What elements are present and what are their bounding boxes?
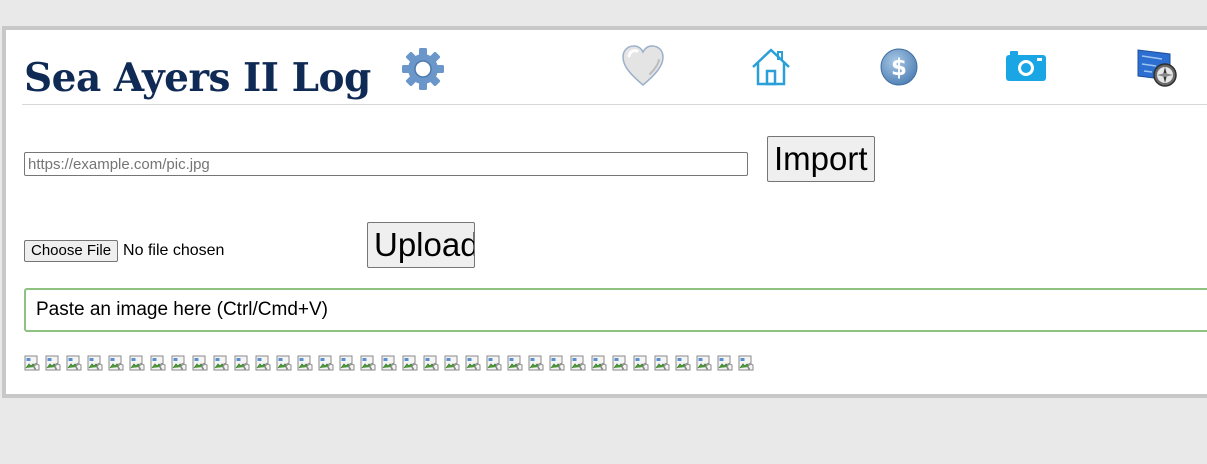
broken-image-icon[interactable]	[381, 355, 397, 371]
broken-image-icon[interactable]	[486, 355, 502, 371]
broken-image-icon[interactable]	[150, 355, 166, 371]
broken-image-icon[interactable]	[612, 355, 628, 371]
image-url-input[interactable]	[24, 152, 748, 176]
gear-icon[interactable]	[400, 46, 446, 92]
image-gallery	[24, 355, 754, 371]
broken-image-icon[interactable]	[675, 355, 691, 371]
broken-image-icon[interactable]	[213, 355, 229, 371]
broken-image-icon[interactable]	[423, 355, 439, 371]
broken-image-icon[interactable]	[444, 355, 460, 371]
header: Sea Ayers II Log $	[22, 30, 1207, 105]
broken-image-icon[interactable]	[738, 355, 754, 371]
broken-image-icon[interactable]	[339, 355, 355, 371]
broken-image-icon[interactable]	[255, 355, 271, 371]
svg-text:$: $	[891, 55, 907, 81]
broken-image-icon[interactable]	[591, 355, 607, 371]
choose-file-button[interactable]: Choose File	[24, 240, 119, 262]
broken-image-icon[interactable]	[108, 355, 124, 371]
broken-image-icon[interactable]	[66, 355, 82, 371]
broken-image-icon[interactable]	[318, 355, 334, 371]
broken-image-icon[interactable]	[570, 355, 586, 371]
upload-button[interactable]: Upload	[367, 222, 475, 268]
broken-image-icon[interactable]	[297, 355, 313, 371]
import-button[interactable]: Import	[767, 136, 875, 182]
broken-image-icon[interactable]	[171, 355, 187, 371]
map-compass-icon[interactable]	[1132, 44, 1178, 90]
dollar-icon[interactable]: $	[876, 44, 922, 90]
heart-icon[interactable]	[620, 44, 666, 90]
page-title: Sea Ayers II Log	[24, 55, 371, 101]
broken-image-icon[interactable]	[549, 355, 565, 371]
broken-image-icon[interactable]	[507, 355, 523, 371]
broken-image-icon[interactable]	[465, 355, 481, 371]
broken-image-icon[interactable]	[528, 355, 544, 371]
file-status-text: No file chosen	[123, 242, 225, 259]
broken-image-icon[interactable]	[234, 355, 250, 371]
broken-image-icon[interactable]	[24, 355, 40, 371]
broken-image-icon[interactable]	[360, 355, 376, 371]
camera-icon[interactable]	[1003, 44, 1049, 90]
broken-image-icon[interactable]	[696, 355, 712, 371]
broken-image-icon[interactable]	[717, 355, 733, 371]
log-panel: Sea Ayers II Log $ https://example.com/p…	[2, 26, 1207, 398]
file-picker: Choose File No file chosen	[24, 239, 224, 263]
paste-area[interactable]: Paste an image here (Ctrl/Cmd+V)	[24, 288, 1207, 332]
broken-image-icon[interactable]	[45, 355, 61, 371]
broken-image-icon[interactable]	[633, 355, 649, 371]
home-icon[interactable]	[748, 44, 794, 90]
broken-image-icon[interactable]	[129, 355, 145, 371]
broken-image-icon[interactable]	[192, 355, 208, 371]
broken-image-icon[interactable]	[87, 355, 103, 371]
broken-image-icon[interactable]	[654, 355, 670, 371]
broken-image-icon[interactable]	[276, 355, 292, 371]
broken-image-icon[interactable]	[402, 355, 418, 371]
